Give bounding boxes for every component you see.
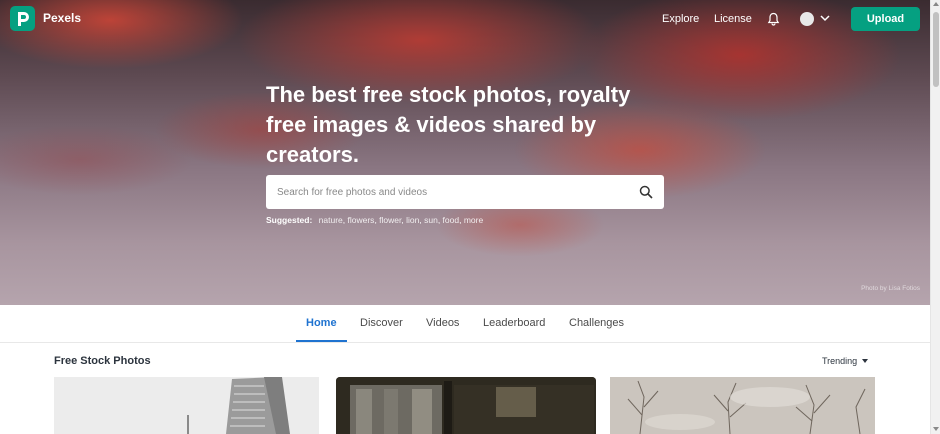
page-scrollbar[interactable]	[930, 0, 940, 434]
photo-credit[interactable]: Photo by Lisa Fotios	[861, 285, 920, 292]
suggested-link-sun[interactable]: sun	[424, 215, 438, 225]
section-title: Free Stock Photos	[54, 355, 151, 367]
sort-chevron-down-icon[interactable]	[862, 359, 868, 363]
section-tabs: Home Discover Videos Leaderboard Challen…	[0, 305, 930, 343]
hero-banner: Pexels Explore License Upload The best f…	[0, 0, 930, 305]
notifications-bell-icon[interactable]	[767, 12, 780, 26]
search-input[interactable]	[266, 175, 639, 209]
building-photo	[54, 377, 319, 434]
brand-name[interactable]: Pexels	[43, 11, 81, 25]
suggested-label: Suggested:	[266, 215, 313, 225]
tab-challenges[interactable]: Challenges	[569, 317, 624, 329]
suggested-link-nature[interactable]: nature	[319, 215, 343, 225]
suggested-link-food[interactable]: food	[443, 215, 460, 225]
tab-home[interactable]: Home	[306, 317, 337, 329]
scroll-down-arrow-icon[interactable]	[933, 427, 939, 431]
suggested-link-lion[interactable]: lion	[406, 215, 419, 225]
nav-license-link[interactable]: License	[714, 13, 752, 25]
pexels-logo[interactable]	[10, 6, 35, 31]
suggested-searches: Suggested: nature, flowers, flower, lion…	[266, 215, 484, 225]
pexels-logo-icon	[18, 11, 29, 26]
tab-videos[interactable]: Videos	[426, 317, 459, 329]
search-bar[interactable]	[266, 175, 664, 209]
photo-tile-2[interactable]	[336, 377, 596, 434]
tab-discover[interactable]: Discover	[360, 317, 403, 329]
suggested-link-flowers[interactable]: flowers	[348, 215, 375, 225]
suggested-link-flower[interactable]: flower	[379, 215, 401, 225]
scroll-thumb[interactable]	[933, 12, 939, 87]
suggested-link-more[interactable]: more	[464, 215, 483, 225]
scroll-up-arrow-icon[interactable]	[933, 2, 939, 6]
sort-dropdown[interactable]: Trending	[822, 356, 857, 366]
nav-explore-link[interactable]: Explore	[662, 13, 699, 25]
hero-headline: The best free stock photos, royalty free…	[266, 82, 631, 167]
photo-tile-3[interactable]	[610, 377, 875, 434]
search-icon[interactable]	[639, 185, 653, 199]
window-photo	[336, 377, 596, 434]
tab-leaderboard[interactable]: Leaderboard	[483, 317, 545, 329]
user-avatar[interactable]	[800, 12, 814, 26]
upload-button[interactable]: Upload	[851, 7, 920, 31]
top-navigation: Pexels Explore License Upload	[0, 0, 930, 40]
photo-tile-1[interactable]	[54, 377, 319, 434]
chevron-down-icon[interactable]	[820, 14, 830, 22]
active-tab-indicator	[296, 340, 347, 342]
winter-trees-photo	[610, 377, 875, 434]
